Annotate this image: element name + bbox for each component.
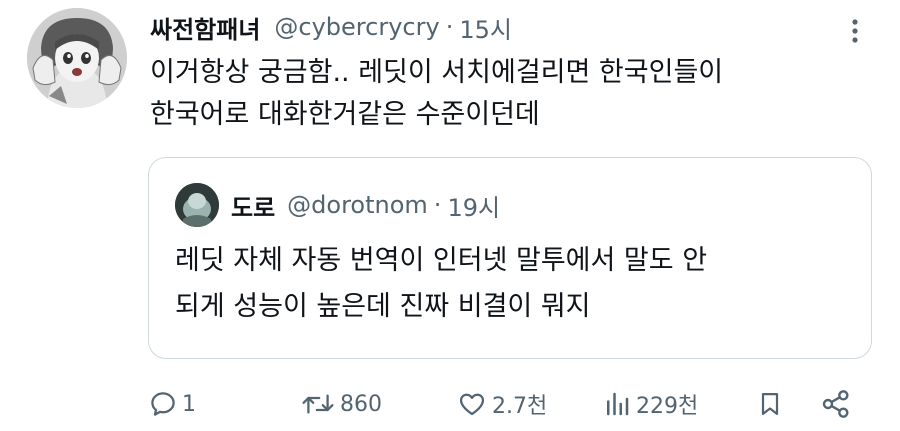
separator-dot: ·: [433, 191, 442, 219]
author-handle[interactable]: @cybercrycry: [274, 13, 439, 41]
like-count: 2.7천: [492, 394, 548, 419]
views-chart-icon: [602, 389, 632, 419]
reply-icon: [148, 389, 178, 419]
more-options-button[interactable]: [838, 14, 872, 48]
share-icon: [820, 388, 852, 420]
quoted-text-line: 되게 성능이 높은데 진짜 비결이 뭐지: [175, 291, 591, 322]
quoted-text-line: 레딧 자체 자동 번역이 인터넷 말투에서 말도 안: [175, 245, 708, 276]
bookmark-button[interactable]: [756, 380, 784, 428]
tweet-text-line: 이거항상 궁금함.. 레딧이 서치에걸리면 한국인들이: [150, 57, 724, 88]
reply-button[interactable]: 1: [148, 380, 196, 428]
quoted-tweet[interactable]: 도로 @dorotnom · 19시 레딧 자체 자동 번역이 인터넷 말투에서…: [148, 157, 872, 359]
like-button[interactable]: 2.7천: [456, 380, 547, 428]
quoted-author-handle[interactable]: @dorotnom: [287, 191, 428, 219]
quoted-tweet-header: 도로 @dorotnom · 19시: [231, 188, 500, 223]
views-button[interactable]: 229천: [602, 380, 698, 428]
quoted-author-name[interactable]: 도로: [231, 188, 275, 223]
views-count: 229천: [636, 394, 699, 419]
retweet-count: 860: [340, 391, 382, 417]
separator-dot: ·: [445, 13, 454, 41]
reply-count: 1: [182, 391, 196, 417]
bookmark-icon: [756, 389, 784, 419]
tweet-text-line: 한국어로 대화한거같은 수준이던데: [150, 99, 540, 130]
avatar[interactable]: [27, 8, 127, 108]
quoted-timestamp[interactable]: 19시: [447, 188, 500, 223]
action-bar: 1 860 2.7천 229천: [0, 380, 900, 428]
quoted-avatar[interactable]: [175, 183, 219, 227]
retweet-icon: [300, 389, 336, 419]
tweet-text: 이거항상 궁금함.. 레딧이 서치에걸리면 한국인들이 한국어로 대화한거같은 …: [150, 52, 850, 136]
quoted-avatar-illustration: [175, 183, 219, 227]
more-dots-icon: [852, 19, 858, 43]
retweet-button[interactable]: 860: [300, 380, 382, 428]
tweet-header: 싸전함패녀 @cybercrycry · 15시: [150, 10, 512, 45]
author-name[interactable]: 싸전함패녀: [150, 10, 260, 45]
share-button[interactable]: [820, 380, 852, 428]
timestamp[interactable]: 15시: [459, 10, 512, 45]
heart-icon: [456, 389, 488, 419]
tweet[interactable]: 싸전함패녀 @cybercrycry · 15시 이거항상 궁금함.. 레딧이 …: [0, 0, 900, 431]
quoted-tweet-text: 레딧 자체 자동 번역이 인터넷 말투에서 말도 안 되게 성능이 높은데 진짜…: [175, 238, 855, 330]
avatar-illustration: [27, 8, 127, 108]
